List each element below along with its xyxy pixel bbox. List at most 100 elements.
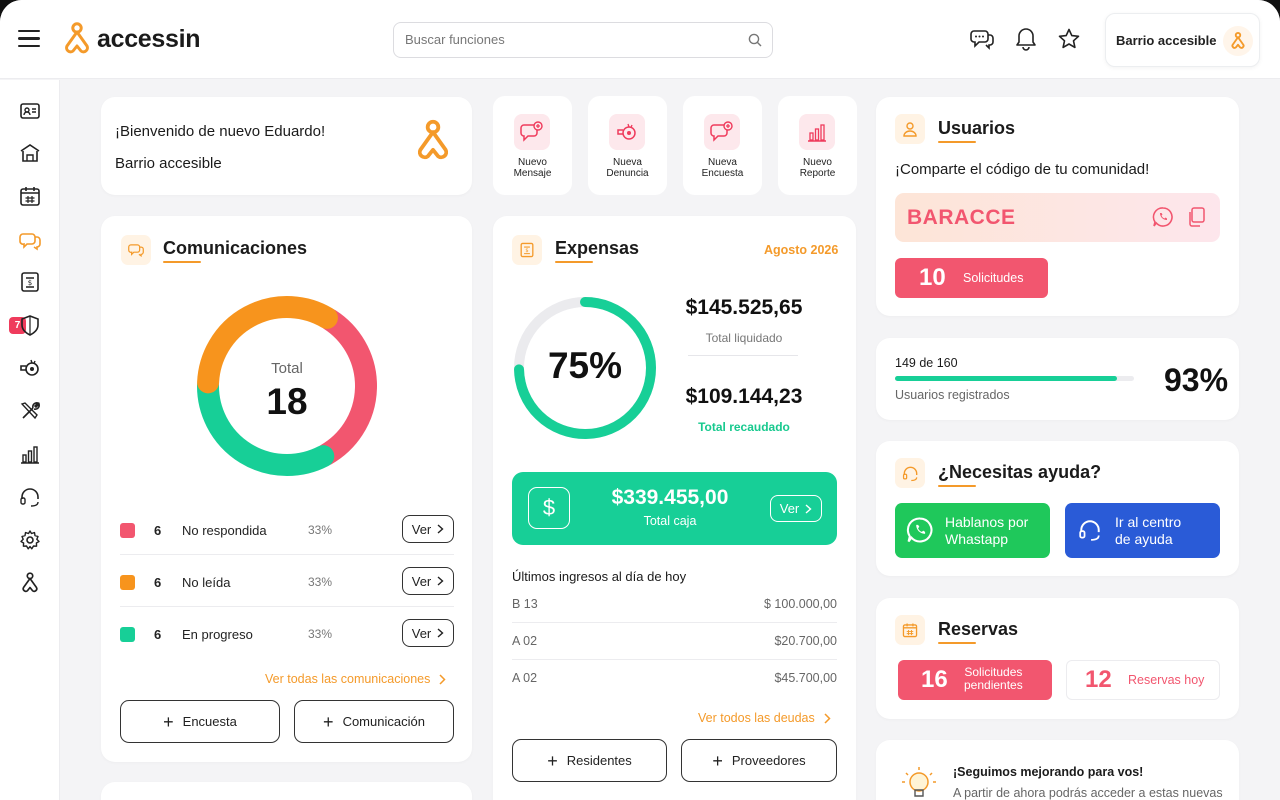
legend-percent: 33% bbox=[308, 575, 333, 589]
income-row: B 13 $ 100.000,00 bbox=[512, 586, 837, 623]
total-recaudado-label: Total recaudado bbox=[698, 420, 790, 434]
registered-count-text: 149 de 160 bbox=[895, 356, 958, 370]
card-title: Usuarios bbox=[938, 118, 1016, 138]
today-count: 12 bbox=[1085, 666, 1112, 693]
id-card-icon[interactable] bbox=[19, 100, 41, 122]
top-bar: accessin Barrio accesible bbox=[0, 0, 1280, 79]
legend-percent: 33% bbox=[308, 627, 333, 641]
view-en-progreso-button[interactable]: Ver bbox=[402, 619, 454, 647]
help-center-button[interactable]: Ir al centro de ayuda bbox=[1065, 503, 1220, 558]
accessin-icon[interactable] bbox=[19, 572, 41, 594]
legend-swatch bbox=[120, 575, 135, 590]
shield-icon[interactable] bbox=[19, 314, 41, 336]
user-icon bbox=[895, 114, 925, 144]
legend-percent: 33% bbox=[308, 523, 333, 537]
community-selector[interactable]: Barrio accesible bbox=[1105, 13, 1260, 67]
new-complaint-button[interactable]: Nueva Denuncia bbox=[588, 96, 667, 195]
providers-button[interactable]: + Proveedores bbox=[681, 739, 837, 782]
accessin-icon bbox=[1231, 31, 1245, 49]
svg-text:$: $ bbox=[28, 279, 32, 287]
share-text: ¡Comparte el código de tu comunidad! bbox=[895, 161, 1150, 178]
total-recaudado-amount: $109.144,23 bbox=[685, 385, 803, 408]
tools-icon[interactable] bbox=[19, 400, 41, 422]
new-survey-outline-button[interactable]: + Encuesta bbox=[120, 700, 280, 743]
reservations-today-button[interactable]: 12 Reservas hoy bbox=[1066, 660, 1220, 700]
cash-total-panel: $ $339.455,00 Total caja Ver bbox=[512, 472, 837, 545]
see-all-communications-link[interactable]: Ver todas las comunicaciones bbox=[265, 672, 446, 686]
users-card: Usuarios ¡Comparte el código de tu comun… bbox=[876, 97, 1239, 316]
new-report-button[interactable]: Nuevo Reporte bbox=[778, 96, 857, 195]
whistle-icon[interactable] bbox=[19, 357, 41, 379]
svg-text:$: $ bbox=[525, 248, 528, 254]
view-cash-button[interactable]: Ver bbox=[770, 495, 822, 522]
search-bar[interactable] bbox=[393, 22, 773, 58]
income-title: Últimos ingresos al día de hoy bbox=[512, 569, 687, 584]
expenses-month: Agosto 2026 bbox=[764, 243, 839, 257]
pending-requests-button[interactable]: 16 Solicitudes pendientes bbox=[898, 660, 1052, 700]
message-plus-icon bbox=[704, 114, 740, 150]
chat-icon[interactable] bbox=[19, 230, 41, 252]
reservations-card: Reservas 16 Solicitudes pendientes 12 Res… bbox=[876, 598, 1239, 719]
building-icon[interactable] bbox=[19, 142, 41, 164]
chat-icon bbox=[121, 235, 151, 265]
legend-label: No respondida bbox=[182, 523, 267, 538]
new-communication-button[interactable]: + Comunicación bbox=[294, 700, 454, 743]
chart-icon bbox=[799, 114, 835, 150]
community-name: Barrio accesible bbox=[1116, 33, 1217, 48]
requests-button[interactable]: 10 Solicitudes bbox=[895, 258, 1048, 298]
today-label: Reservas hoy bbox=[1128, 673, 1205, 687]
headset-icon[interactable] bbox=[19, 486, 41, 508]
chevron-right-icon bbox=[437, 524, 444, 534]
see-all-debts-link[interactable]: Ver todos las deudas bbox=[698, 711, 831, 725]
community-code-box: BARACCE bbox=[895, 193, 1220, 242]
quick-label: Nueva Encuesta bbox=[701, 157, 744, 179]
new-survey-button[interactable]: Nueva Encuesta bbox=[683, 96, 762, 195]
search-icon[interactable] bbox=[748, 33, 762, 47]
search-input[interactable] bbox=[405, 32, 725, 47]
income-row: A 02 $20.700,00 bbox=[512, 623, 837, 660]
title-underline bbox=[938, 141, 976, 143]
view-no-leida-button[interactable]: Ver bbox=[402, 567, 454, 595]
residents-button[interactable]: + Residentes bbox=[512, 739, 667, 782]
news-title: ¡Seguimos mejorando para vos! bbox=[953, 765, 1144, 779]
view-no-respondida-button[interactable]: Ver bbox=[402, 515, 454, 543]
community-avatar bbox=[1223, 26, 1253, 56]
welcome-community: Barrio accesible bbox=[115, 155, 222, 172]
new-message-button[interactable]: Nuevo Mensaje bbox=[493, 96, 572, 195]
star-icon[interactable] bbox=[1058, 28, 1080, 50]
chart-icon[interactable] bbox=[19, 443, 41, 465]
whatsapp-help-button[interactable]: Hablanos por Whastapp bbox=[895, 503, 1050, 558]
chat-icon[interactable] bbox=[970, 28, 994, 50]
card-title: ¿Necesitas ayuda? bbox=[938, 462, 1102, 482]
expense-doc-icon[interactable]: $ bbox=[19, 271, 41, 293]
menu-icon[interactable] bbox=[18, 30, 40, 48]
card-title: Reservas bbox=[938, 619, 1019, 639]
cash-total-label: Total caja bbox=[643, 514, 697, 528]
total-liquidado-label: Total liquidado bbox=[705, 331, 783, 345]
collection-percent: 75% bbox=[547, 345, 623, 386]
requests-count: 10 bbox=[919, 264, 946, 291]
gear-icon[interactable] bbox=[19, 529, 41, 551]
divider bbox=[688, 355, 798, 356]
donut-total-value: 18 bbox=[266, 381, 308, 422]
legend-label: No leída bbox=[182, 575, 231, 590]
legend-count: 6 bbox=[154, 523, 162, 538]
copy-icon[interactable] bbox=[1187, 207, 1205, 227]
logo[interactable]: accessin bbox=[62, 22, 201, 56]
whatsapp-help-label: Hablanos por Whastapp bbox=[945, 514, 1029, 547]
chevron-right-icon bbox=[805, 503, 812, 514]
whatsapp-icon[interactable] bbox=[1152, 206, 1174, 228]
dollar-icon: $ bbox=[528, 487, 570, 529]
quick-label: Nuevo Mensaje bbox=[513, 157, 552, 179]
help-card: ¿Necesitas ayuda? Hablanos por Whastapp I… bbox=[876, 441, 1239, 576]
help-center-label: Ir al centro de ayuda bbox=[1115, 514, 1182, 547]
headset-icon bbox=[895, 458, 925, 488]
app-window: accessin Barrio accesible 7 $ bbox=[0, 0, 1280, 800]
calendar-icon bbox=[895, 615, 925, 645]
bell-icon[interactable] bbox=[1015, 27, 1037, 51]
registered-progress-fill bbox=[895, 376, 1118, 381]
expense-doc-icon: $ bbox=[512, 235, 542, 265]
legend-swatch bbox=[120, 523, 135, 538]
calendar-icon[interactable] bbox=[19, 185, 41, 207]
lightbulb-icon bbox=[902, 767, 936, 797]
